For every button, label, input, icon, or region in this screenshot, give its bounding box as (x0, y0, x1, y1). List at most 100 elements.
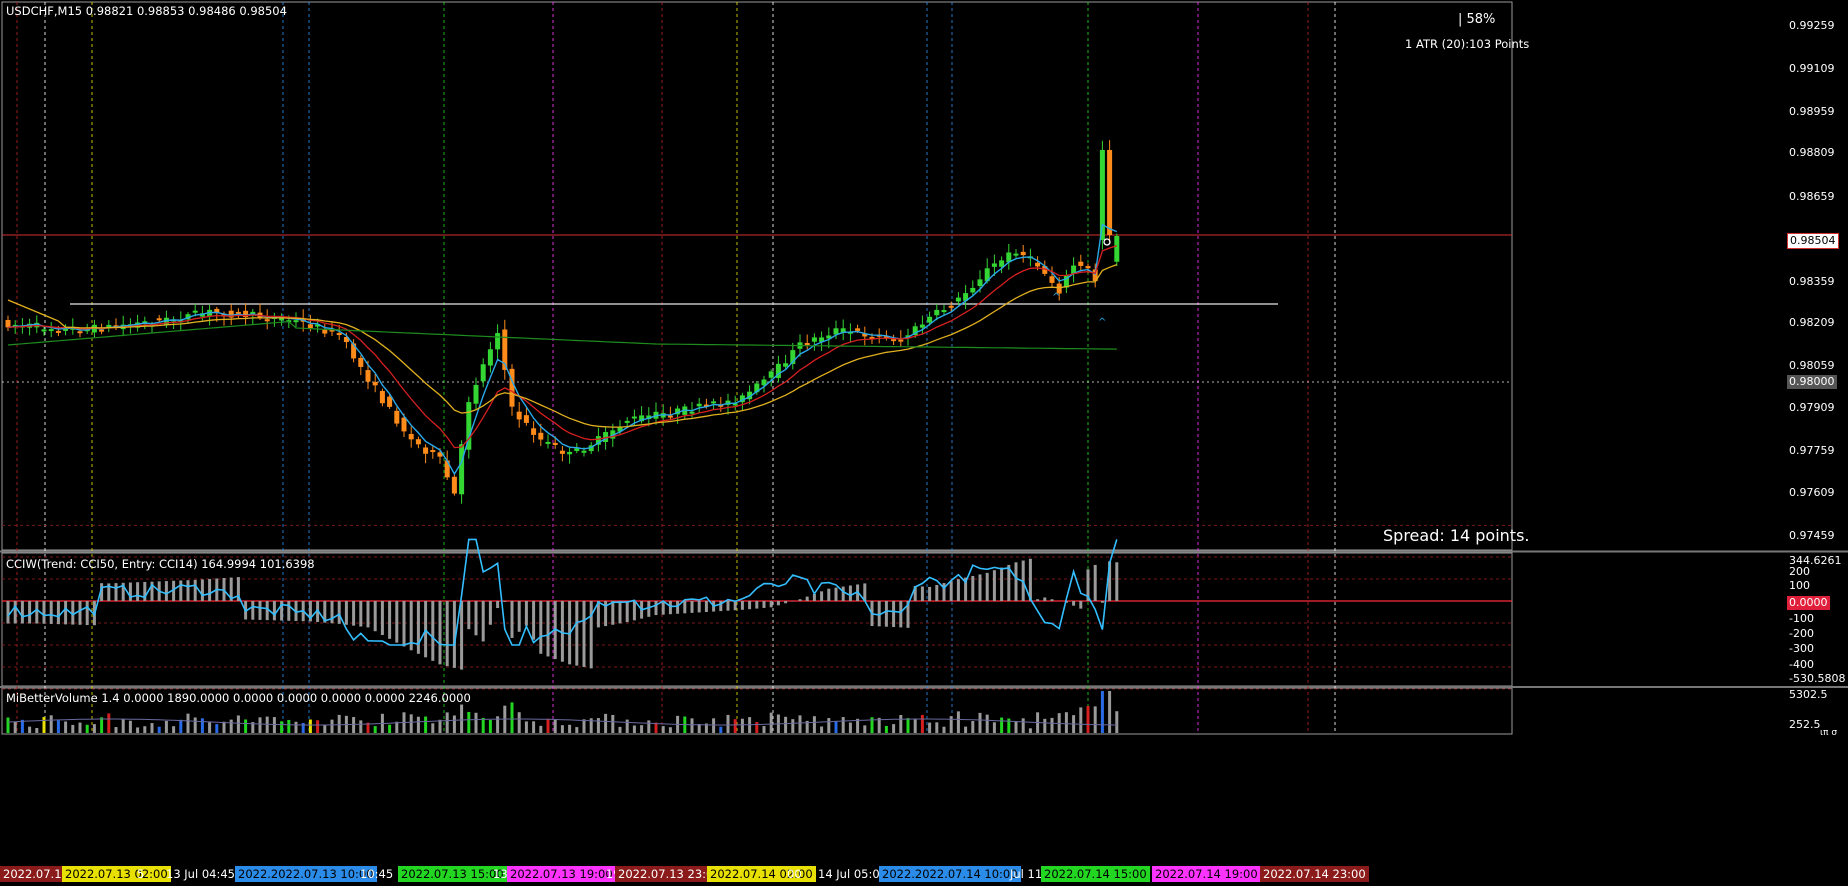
bull-candle (970, 287, 976, 293)
bull-candle (689, 411, 695, 414)
bull-candle (941, 310, 947, 313)
bear-candle (1078, 261, 1084, 266)
bull-candle (991, 263, 997, 267)
bull-candle (833, 328, 839, 335)
bear-candle (531, 428, 537, 435)
bear-candle (1035, 262, 1041, 267)
cci-axis-label: 100 (1789, 579, 1810, 592)
bull-candle (293, 320, 299, 323)
cci-axis-label: -200 (1789, 627, 1814, 640)
bear-candle (1049, 276, 1055, 283)
bear-candle (948, 305, 954, 308)
time-axis-label: 00 (787, 867, 802, 881)
bear-candle (898, 339, 904, 342)
bull-candle (581, 450, 587, 453)
bear-candle (322, 329, 328, 334)
bear-candle (401, 417, 407, 432)
bull-candle (977, 279, 983, 286)
price-axis-label: 0.97909 (1789, 401, 1835, 414)
price-axis-label: 0.98659 (1789, 190, 1835, 203)
volume-axis-cut-label: ιπ σ (1820, 728, 1838, 738)
bear-candle (1020, 251, 1026, 256)
bear-candle (415, 439, 421, 445)
price-axis-label: 0.98059 (1789, 359, 1835, 372)
cci-axis-label: -300 (1789, 642, 1814, 655)
price-axis-label: 0.99109 (1789, 62, 1835, 75)
bear-candle (372, 382, 378, 386)
bear-candle (1085, 266, 1091, 269)
bear-candle (408, 433, 414, 440)
cci-indicator-label: CCIW(Trend: CCI50, Entry: CCI14) 164.999… (6, 557, 315, 571)
bull-candle (487, 349, 493, 366)
bear-candle (387, 396, 393, 407)
bear-candle (430, 450, 436, 453)
price-axis-label: 0.98809 (1789, 146, 1835, 159)
cci-axis-label: -400 (1789, 658, 1814, 671)
cci-axis-label: -100 (1789, 612, 1814, 625)
bull-candle (624, 420, 630, 423)
chart-canvas[interactable]: ^^ (0, 0, 1848, 886)
spread-readout: Spread: 14 points. (1383, 526, 1530, 545)
bear-candle (509, 368, 515, 407)
bull-candle (696, 403, 702, 407)
bull-candle (41, 329, 47, 332)
price-axis-label: 0.97759 (1789, 444, 1835, 457)
bear-candle (307, 324, 313, 328)
bull-candle (495, 333, 501, 350)
signal-arrow-icon: ^ (1098, 317, 1106, 328)
bear-candle (365, 370, 371, 382)
bear-candle (516, 411, 522, 420)
price-axis-label: 0.97609 (1789, 486, 1835, 499)
percent-indicator: | 58% (1458, 12, 1496, 27)
cci-panel (1, 552, 1513, 687)
bull-candle (711, 401, 717, 404)
time-axis-label: 2022.2022.07.13 10:00 (235, 866, 377, 882)
signal-arrow-icon: ^ (1052, 292, 1060, 303)
bull-candle (783, 363, 789, 367)
cci-axis-label: -530.5808 (1789, 672, 1846, 685)
bear-candle (394, 410, 400, 424)
bear-candle (559, 450, 565, 454)
bull-candle (768, 371, 774, 378)
bear-candle (667, 415, 673, 418)
bear-candle (804, 342, 810, 345)
time-axis-label: 2022.07.14 19:00 (1152, 866, 1261, 882)
bear-candle (855, 328, 861, 331)
ma-fast-line (7, 223, 1118, 476)
main-chart-panel (1, 1, 1513, 551)
bull-candle (567, 451, 573, 455)
bull-candle (999, 260, 1005, 267)
bear-candle (156, 318, 162, 321)
bull-candle (927, 316, 933, 323)
price-axis-label: 0.98959 (1789, 105, 1835, 118)
bear-candle (358, 357, 364, 367)
atr-readout: 1 ATR (20):103 Points (1405, 37, 1530, 51)
bull-candle (955, 297, 961, 302)
moving-averages (7, 223, 1118, 476)
bear-candle (523, 415, 529, 423)
bull-candle (919, 324, 925, 328)
time-axis-label: 2022.07.14 15:00 (1041, 866, 1150, 882)
bear-candle (538, 432, 544, 440)
cci-axis-label: 200 (1789, 565, 1810, 578)
bull-candle (48, 329, 54, 332)
bull-candle (545, 441, 551, 444)
time-axis-label: 2022.07.13 19:00 (507, 866, 616, 882)
bear-candle (552, 442, 558, 446)
price-axis-label: 0.97459 (1789, 529, 1835, 542)
bull-candle (811, 337, 817, 342)
time-axis-label: 10:45 (360, 867, 394, 881)
bull-candle (192, 310, 198, 313)
time-axis-label: 5 (137, 867, 145, 881)
bull-candle (934, 309, 940, 316)
current-price-label: 0.98504 (1787, 233, 1839, 249)
bear-candle (77, 331, 83, 334)
bull-candle (631, 416, 637, 419)
bear-candle (264, 319, 270, 322)
price-axis-label: 0.98359 (1789, 275, 1835, 288)
ma-slow-line (7, 263, 1118, 428)
bear-candle (1107, 150, 1113, 235)
bull-candle (480, 364, 486, 382)
bear-candle (451, 476, 457, 494)
time-axis-label: 2022.07.14 23:00 (1260, 866, 1369, 882)
